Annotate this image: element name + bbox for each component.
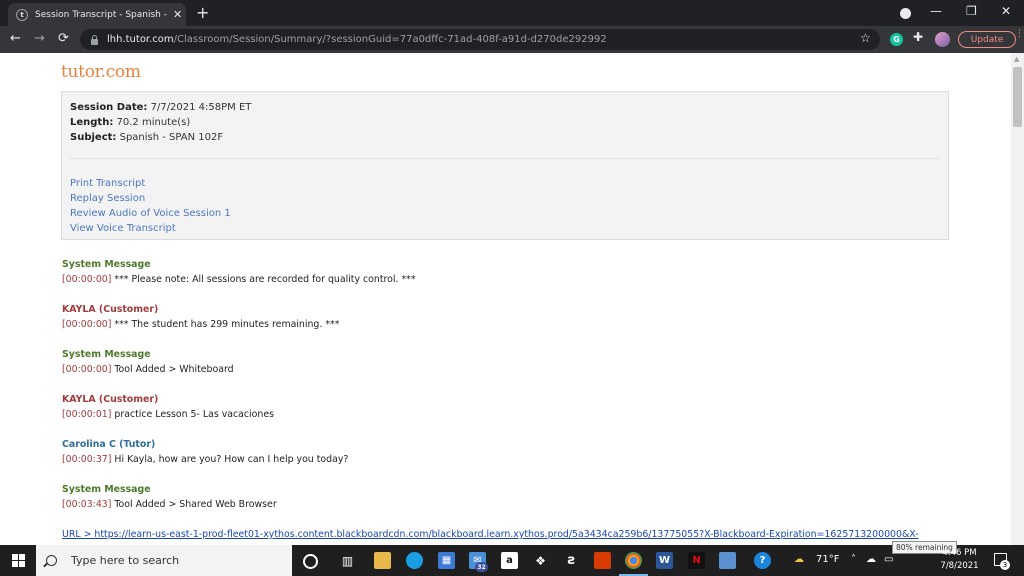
- browser-toolbar: ← → ⟳ lhh.tutor.com/Classroom/Session/Su…: [0, 26, 1024, 53]
- message-timestamp: [00:00:00]: [62, 364, 112, 375]
- review-audio-link[interactable]: Review Audio of Voice Session 1: [70, 208, 231, 219]
- tutor-logo[interactable]: tutor.com: [61, 62, 141, 82]
- message-sender: KAYLA (Customer): [62, 394, 159, 405]
- lock-icon[interactable]: [91, 34, 98, 45]
- replay-session-link[interactable]: Replay Session: [70, 193, 145, 204]
- windows-start-icon[interactable]: [12, 554, 25, 567]
- grammarly-extension-icon[interactable]: G: [890, 33, 903, 46]
- browser-tab[interactable]: t Session Transcript - Spanish - SPAN ✕: [8, 3, 186, 26]
- notifications-badge: 3: [1000, 560, 1010, 570]
- scroll-thumb[interactable]: [1013, 67, 1022, 127]
- page-scrollbar[interactable]: ▲: [1011, 53, 1024, 545]
- edge-icon[interactable]: [406, 552, 423, 569]
- clock-time: 4:46 PM: [942, 548, 977, 558]
- restore-button[interactable]: ❐: [966, 4, 977, 18]
- dropbox-icon[interactable]: ❖: [532, 552, 549, 569]
- chrome-icon[interactable]: [625, 552, 642, 569]
- session-info-panel: Session Date: 7/7/2021 4:58PM ET Length:…: [61, 91, 949, 240]
- file-explorer-icon[interactable]: [374, 552, 391, 569]
- message-sender: Carolina C (Tutor): [62, 439, 156, 450]
- message-timestamp: [00:00:01]: [62, 409, 112, 420]
- close-window-button[interactable]: ✕: [1001, 4, 1011, 18]
- message-text: *** Please note: All sessions are record…: [114, 274, 416, 285]
- onedrive-icon[interactable]: ☁: [866, 554, 876, 565]
- transcript-message: KAYLA (Customer) [00:00:00] *** The stud…: [62, 304, 339, 330]
- extensions-puzzle-icon[interactable]: ✚: [913, 30, 923, 44]
- amazon-icon[interactable]: a: [501, 552, 518, 569]
- weather-icon[interactable]: ☁: [794, 554, 804, 565]
- back-button[interactable]: ←: [10, 31, 21, 46]
- forward-button[interactable]: →: [34, 31, 45, 46]
- message-sender: System Message: [62, 349, 151, 360]
- cortana-icon[interactable]: [303, 554, 318, 569]
- message-timestamp: [00:00:00]: [62, 319, 112, 330]
- message-timestamp: [00:00:00]: [62, 274, 112, 285]
- transcript-message: System Message [00:00:00] *** Please not…: [62, 259, 416, 285]
- taskbar-clock[interactable]: 4:46 PM 7/8/2021: [937, 547, 982, 573]
- search-placeholder[interactable]: Type here to search: [71, 554, 179, 567]
- photos-icon[interactable]: [719, 552, 736, 569]
- clock-date: 7/8/2021: [940, 561, 979, 571]
- transcript-message: System Message [00:03:43] Tool Added > S…: [62, 484, 277, 510]
- browser-menu-icon[interactable]: ⋮: [1015, 30, 1024, 39]
- session-length: Length: 70.2 minute(s): [70, 117, 191, 128]
- message-text: *** The student has 299 minutes remainin…: [114, 319, 340, 330]
- taskbar-search[interactable]: Type here to search: [36, 545, 292, 576]
- profile-avatar[interactable]: [935, 32, 950, 47]
- message-text: Tool Added > Shared Web Browser: [114, 499, 277, 510]
- media-control-icon[interactable]: [900, 8, 911, 19]
- task-view-icon[interactable]: ▥: [339, 552, 356, 569]
- browser-tab-bar: t Session Transcript - Spanish - SPAN ✕ …: [0, 0, 1024, 26]
- windows-taskbar: Type here to search ▥ ▦ ✉ 32 a ❖ ƨ W N ?…: [0, 545, 1024, 576]
- message-sender: KAYLA (Customer): [62, 304, 159, 315]
- scroll-up-icon[interactable]: ▲: [1014, 55, 1019, 63]
- bookmark-star-icon[interactable]: ☆: [860, 31, 871, 45]
- app-s-icon[interactable]: ƨ: [563, 552, 580, 569]
- message-text: Hi Kayla, how are you? How can I help yo…: [114, 454, 349, 465]
- transcript-message: Carolina C (Tutor) [00:00:37] Hi Kayla, …: [62, 439, 348, 465]
- print-transcript-link[interactable]: Print Transcript: [70, 178, 145, 189]
- new-tab-button[interactable]: +: [196, 3, 209, 23]
- info-divider: [70, 158, 940, 159]
- tab-title: Session Transcript - Spanish - SPAN: [35, 9, 167, 20]
- shared-url-link[interactable]: URL > https://learn-us-east-1-prod-fleet…: [62, 529, 919, 540]
- session-date: Session Date: 7/7/2021 4:58PM ET: [70, 102, 252, 113]
- site-favicon-icon: t: [16, 8, 28, 21]
- address-bar[interactable]: lhh.tutor.com/Classroom/Session/Summary/…: [80, 29, 880, 50]
- session-subject: Subject: Spanish - SPAN 102F: [70, 132, 224, 143]
- url-text[interactable]: lhh.tutor.com/Classroom/Session/Summary/…: [107, 34, 607, 45]
- office-icon[interactable]: [594, 552, 611, 569]
- update-button[interactable]: Update: [958, 31, 1016, 48]
- page-content: tutor.com Session Date: 7/7/2021 4:58PM …: [0, 53, 1011, 545]
- mail-badge: 32: [475, 562, 488, 572]
- message-text: Tool Added > Whiteboard: [114, 364, 234, 375]
- netflix-icon[interactable]: N: [688, 552, 705, 569]
- message-sender: System Message: [62, 259, 151, 270]
- help-icon[interactable]: ?: [754, 552, 771, 569]
- message-sender: System Message: [62, 484, 151, 495]
- tray-chevron-icon[interactable]: ˄: [851, 554, 856, 565]
- word-icon[interactable]: W: [656, 552, 673, 569]
- search-icon: [46, 555, 57, 566]
- message-text: practice Lesson 5- Las vacaciones: [114, 409, 274, 420]
- reload-button[interactable]: ⟳: [58, 31, 69, 46]
- temperature[interactable]: 71°F: [816, 554, 839, 565]
- battery-icon[interactable]: ▭: [884, 554, 893, 565]
- message-timestamp: [00:03:43]: [62, 499, 112, 510]
- message-timestamp: [00:00:37]: [62, 454, 112, 465]
- minimize-button[interactable]: —: [930, 4, 942, 18]
- store-icon[interactable]: ▦: [438, 552, 455, 569]
- transcript-message: System Message [00:00:00] Tool Added > W…: [62, 349, 234, 375]
- transcript-message: KAYLA (Customer) [00:00:01] practice Les…: [62, 394, 274, 420]
- view-voice-transcript-link[interactable]: View Voice Transcript: [70, 223, 176, 234]
- tab-close-icon[interactable]: ✕: [173, 8, 182, 21]
